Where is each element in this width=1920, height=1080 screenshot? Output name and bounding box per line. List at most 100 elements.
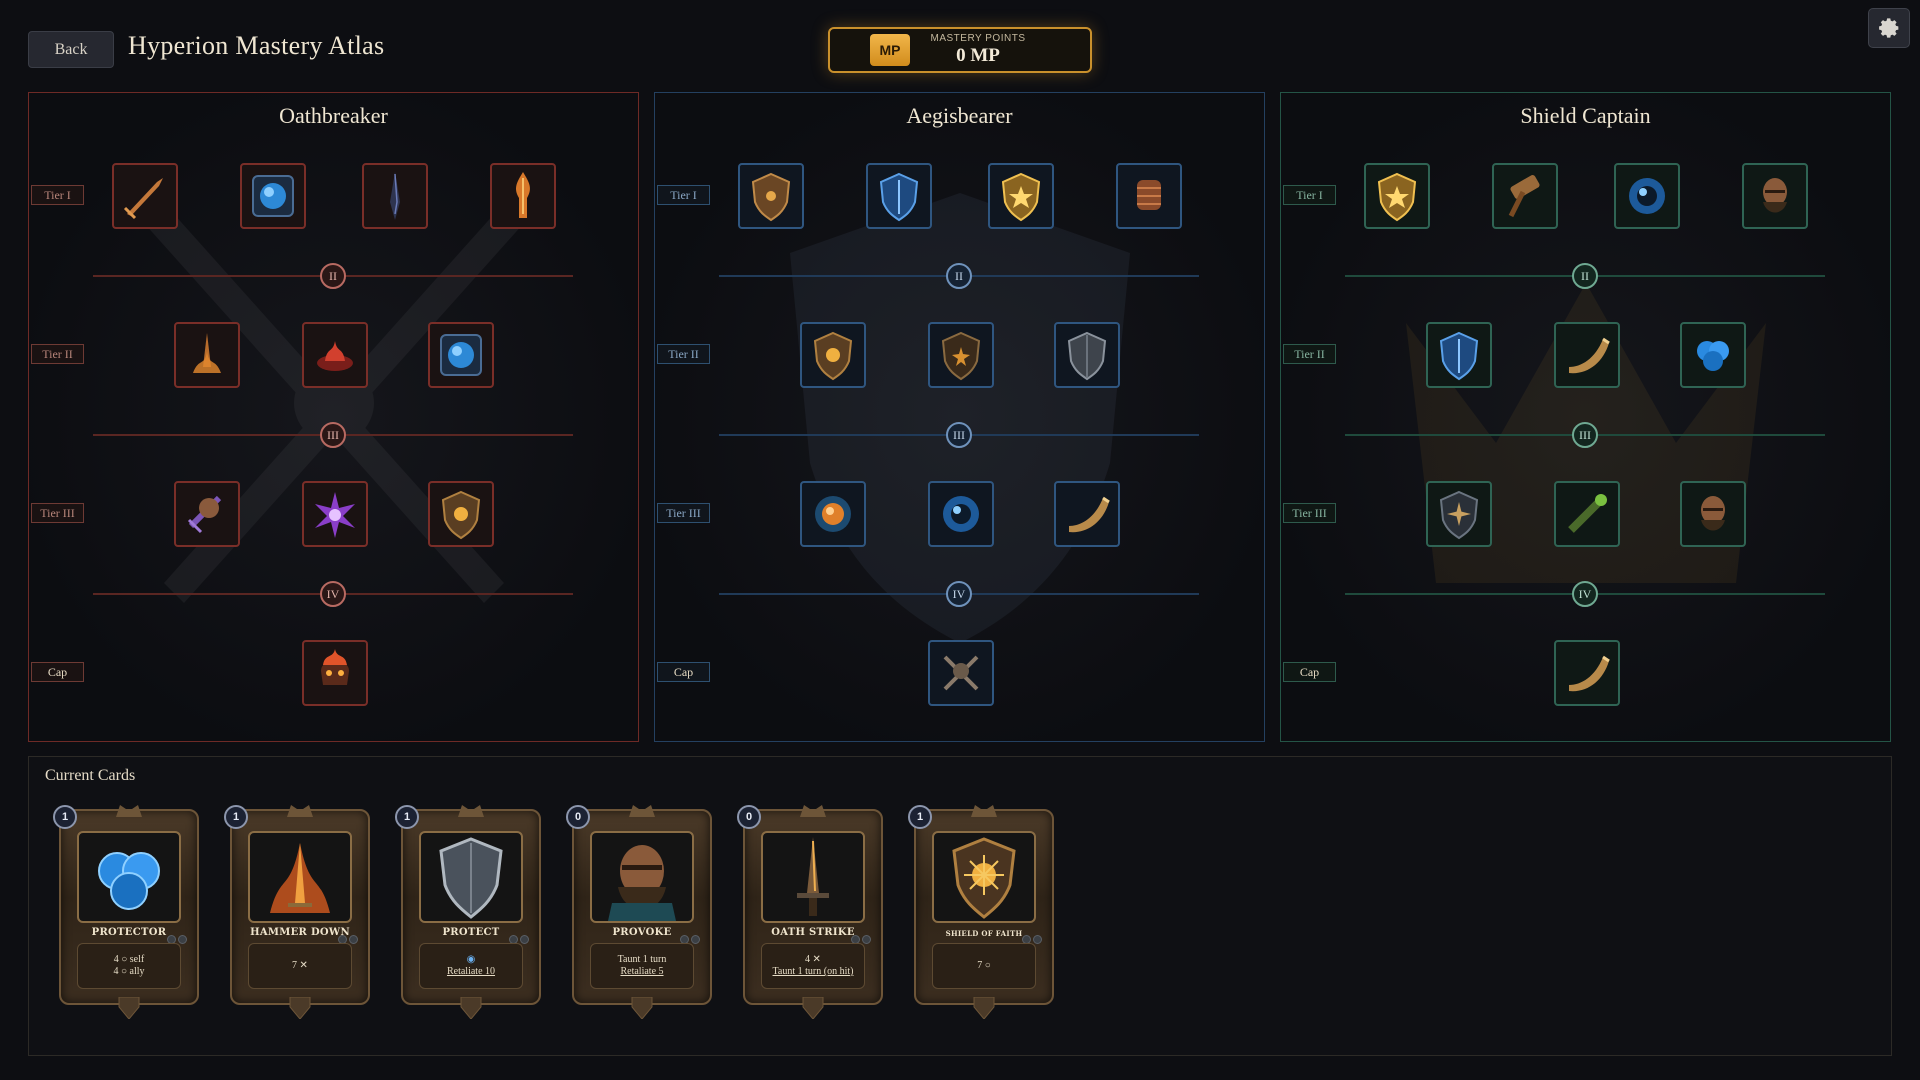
page-title: Hyperion Mastery Atlas xyxy=(128,31,385,60)
card-tip-icon xyxy=(802,997,824,1019)
skill-node-blue-orb[interactable] xyxy=(1614,163,1680,229)
card-description: 7 ○ xyxy=(932,943,1036,989)
tier-marker: III xyxy=(320,422,346,448)
skill-node-spyglass[interactable] xyxy=(1554,481,1620,547)
skill-node-gold-shield[interactable] xyxy=(988,163,1054,229)
skill-node-star-shield[interactable] xyxy=(928,322,994,388)
skill-node-blue-shield[interactable] xyxy=(1426,322,1492,388)
card-desc-line: 4 ○ ally xyxy=(113,966,145,977)
card-gems xyxy=(851,929,877,944)
skill-node-sun-shield[interactable] xyxy=(428,481,494,547)
amber-orb-icon xyxy=(815,496,851,532)
card-art xyxy=(419,831,523,923)
war-horn-icon xyxy=(1069,496,1110,533)
tree-panel-aegisbearer: Aegisbearer Tier I Tier II Tier III Cap … xyxy=(654,92,1265,742)
bronze-shield-icon xyxy=(751,172,791,222)
card-protector[interactable]: PROTECTOR 4 ○ self 4 ○ ally 1 xyxy=(53,801,199,1021)
card-art xyxy=(761,831,865,923)
dark-blade-icon xyxy=(390,172,400,220)
card-art xyxy=(590,831,694,923)
tier-label-cap: Cap xyxy=(1283,662,1336,682)
skill-node-gauntlet[interactable] xyxy=(1116,163,1182,229)
burning-sword-icon xyxy=(193,333,221,373)
card-protect[interactable]: PROTECT ◉ Retaliate 10 1 xyxy=(395,801,541,1021)
blue-bubbles-icon xyxy=(1697,341,1729,371)
card-gems xyxy=(680,929,706,944)
flame-sword-icon xyxy=(270,843,330,913)
card-tip-icon xyxy=(460,997,482,1019)
card-tip-icon xyxy=(973,997,995,1019)
tier-label: Tier I xyxy=(31,185,84,205)
skill-node-amber-orb[interactable] xyxy=(800,481,866,547)
skill-node-burning-sword[interactable] xyxy=(174,322,240,388)
warrior-portrait-icon xyxy=(608,845,676,921)
skill-node-sword-slash[interactable] xyxy=(112,163,178,229)
card-desc-line: 4 ○ self xyxy=(113,954,145,965)
tree-panel-oathbreaker: Oathbreaker Tier I Tier II Tier III Cap … xyxy=(28,92,639,742)
skill-node-war-horn[interactable] xyxy=(1554,640,1620,706)
card-crown-icon xyxy=(116,805,142,817)
skill-node-blue-orb-rune[interactable] xyxy=(240,163,306,229)
gauntlet-icon xyxy=(1137,180,1161,210)
skill-node-hammer[interactable] xyxy=(1492,163,1558,229)
skill-node-war-horn[interactable] xyxy=(1054,481,1120,547)
skill-node-steel-shield[interactable] xyxy=(1054,322,1120,388)
skill-node-gold-shield[interactable] xyxy=(1364,163,1430,229)
skill-node-flame-sword[interactable] xyxy=(490,163,556,229)
card-cost-badge: 1 xyxy=(53,805,77,829)
card-cost-badge: 1 xyxy=(908,805,932,829)
skill-node-blue-orb-rune[interactable] xyxy=(428,322,494,388)
card-oath-strike[interactable]: OATH STRIKE 4 ✕ Taunt 1 turn (on hit) 0 xyxy=(737,801,883,1021)
card-gems xyxy=(509,929,535,944)
skill-node-blue-shield[interactable] xyxy=(866,163,932,229)
skill-node-fire-bowl[interactable] xyxy=(302,322,368,388)
skill-node-blue-bubbles[interactable] xyxy=(1680,322,1746,388)
skill-node-purple-fist[interactable] xyxy=(174,481,240,547)
skill-node-sun-shield[interactable] xyxy=(800,322,866,388)
card-hammer-down[interactable]: HAMMER DOWN 7 ✕ 1 xyxy=(224,801,370,1021)
card-art xyxy=(932,831,1036,923)
crossed-axes-skull-icon xyxy=(943,655,979,691)
skill-node-crossed-axes-skull[interactable] xyxy=(928,640,994,706)
card-art xyxy=(248,831,352,923)
tier-marker: IV xyxy=(1572,581,1598,607)
blue-orb-rune-icon xyxy=(252,175,294,217)
tier-marker: IV xyxy=(320,581,346,607)
skill-node-blue-orb[interactable] xyxy=(928,481,994,547)
skill-node-dark-blade[interactable] xyxy=(362,163,428,229)
back-button[interactable]: Back xyxy=(28,31,114,68)
card-art xyxy=(77,831,181,923)
tier-label: Tier III xyxy=(657,503,710,523)
sun-shield-icon xyxy=(952,837,1016,919)
mastery-points-display: MP MASTERY POINTS 0 MP xyxy=(828,27,1092,73)
card-crown-icon xyxy=(629,805,655,817)
settings-button[interactable] xyxy=(1868,8,1910,48)
blue-shield-icon xyxy=(1439,331,1479,381)
gear-icon xyxy=(1879,18,1899,38)
tier-marker: III xyxy=(1572,422,1598,448)
card-crown-icon xyxy=(287,805,313,817)
skill-node-warrior-portrait[interactable] xyxy=(1680,481,1746,547)
tree-title: Aegisbearer xyxy=(906,103,1013,128)
card-description: Taunt 1 turn Retaliate 5 xyxy=(590,943,694,989)
skill-node-flaming-skull[interactable] xyxy=(302,640,368,706)
tier-label-cap: Cap xyxy=(31,662,84,682)
skill-node-warrior-portrait[interactable] xyxy=(1742,163,1808,229)
card-shield-of-faith[interactable]: SHIELD OF FAITH 7 ○ 1 xyxy=(908,801,1054,1021)
tier-label: Tier II xyxy=(1283,344,1336,364)
skill-node-war-horn[interactable] xyxy=(1554,322,1620,388)
warrior-portrait-icon xyxy=(1701,496,1725,531)
skill-node-bronze-shield[interactable] xyxy=(738,163,804,229)
skill-node-purple-burst[interactable] xyxy=(302,481,368,547)
card-provoke[interactable]: PROVOKE Taunt 1 turn Retaliate 5 0 xyxy=(566,801,712,1021)
card-cost-badge: 1 xyxy=(224,805,248,829)
card-desc-line: 7 ○ xyxy=(977,960,991,971)
cards-section-title: Current Cards xyxy=(45,767,136,784)
tier-marker: II xyxy=(946,263,972,289)
tier-marker: II xyxy=(1572,263,1598,289)
tier-label: Tier I xyxy=(657,185,710,205)
card-desc-line: ◉ xyxy=(466,954,476,965)
card-desc-line: Taunt 1 turn (on hit) xyxy=(772,966,854,977)
star-shield-icon xyxy=(941,331,981,381)
skill-node-compass-shield[interactable] xyxy=(1426,481,1492,547)
